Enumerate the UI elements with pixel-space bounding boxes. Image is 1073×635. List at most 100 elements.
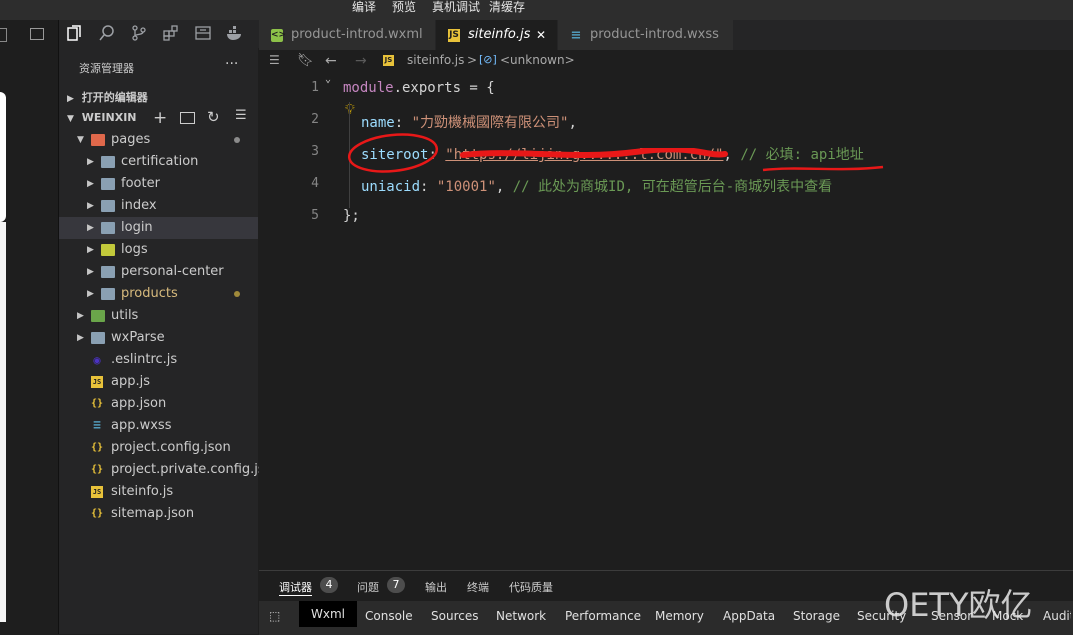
tree-item-personal-center[interactable]: ▶ personal-center [59,261,258,283]
colon: : [420,179,437,195]
chevron-down-icon: ▼ [67,114,74,124]
tree-item-certification[interactable]: ▶ certification [59,151,258,173]
tab-problems[interactable]: 问题 [357,579,379,595]
workspace-section[interactable]: ▼ WEINXIN [67,111,137,124]
search-icon[interactable] [97,24,117,44]
tree-item-products[interactable]: ▶ products [59,283,258,305]
devtools-tab-wxml[interactable]: Wxml [299,601,357,627]
chevron-right-icon: ▶ [87,223,94,233]
code-editor[interactable]: 1 2 3 4 5 ⌄ 💡︎ module.exports = { name: … [259,72,1073,570]
tab-terminal[interactable]: 终端 [467,579,489,595]
tree-item-logs[interactable]: ▶ logs [59,239,258,261]
explorer-title: 资源管理器 [79,62,134,75]
tree-item-footer[interactable]: ▶ footer [59,173,258,195]
preview-button[interactable]: 预览 [392,0,416,14]
more-actions-icon[interactable]: ··· [225,56,238,72]
devtools-tab-storage[interactable]: Storage [793,609,840,623]
list-icon[interactable]: ☰ [269,53,280,67]
keyword-module: module [343,80,394,96]
inspect-cursor-icon[interactable]: ⬚ [269,609,280,623]
back-arrow-icon[interactable]: ← [325,53,337,69]
open-editors-section[interactable]: ▶ 打开的编辑器 [67,89,148,105]
extensions-icon[interactable] [161,24,181,44]
colon: : [394,115,412,131]
workspace-label: WEINXIN [81,111,137,124]
code-line-4: uniacid: "10001", // 此处为商城ID, 可在超管后台-商城列… [361,176,832,196]
debugger-badge: 4 [320,577,338,593]
tree-item-sitemap-json[interactable]: {} sitemap.json [59,503,258,525]
modified-dot-icon [234,291,240,297]
clear-cache-button[interactable]: 清缓存 [489,0,525,14]
tree-item-wxparse[interactable]: ▶ wxParse [59,327,258,349]
refresh-icon[interactable]: ↻ [207,108,220,126]
folder-icon [101,222,115,234]
js-file-icon: JS [91,486,103,498]
tree-item-label: project.private.config.js... [111,462,278,477]
red-underline-annotation [762,165,884,172]
tree-item-label: certification [121,154,199,169]
line-number: 2 [311,112,319,127]
tab-debugger[interactable]: 调试器 [279,579,312,596]
forward-arrow-icon[interactable]: → [355,53,367,69]
tab-output[interactable]: 输出 [425,579,447,595]
remote-debug-button[interactable]: 真机调试 [432,0,480,14]
simulator-screen[interactable] [0,92,6,222]
tab-product-introd-wxml[interactable]: <> product-introd.wxml [259,20,436,50]
tree-item-project-private-config-js[interactable]: {} project.private.config.js... [59,459,277,481]
new-folder-icon[interactable] [180,112,195,124]
tree-item-app-js[interactable]: JS app.js [59,371,258,393]
breadcrumb-file[interactable]: siteinfo.js [407,53,464,67]
files-icon[interactable] [65,24,85,44]
chevron-down-icon: ▼ [77,135,84,145]
tree-item-label: app.json [111,396,167,411]
breadcrumb-symbol[interactable]: <unknown> [500,53,575,67]
tree-item-label: products [121,286,178,301]
docker-icon[interactable] [225,24,245,44]
tree-item-label: wxParse [111,330,165,345]
tab-product-introd-wxss[interactable]: ≡ product-introd.wxss [558,20,734,50]
tree-item-label: logs [121,242,148,257]
window-icon[interactable] [0,28,7,42]
tree-item-label: footer [121,176,160,191]
tree-item-pages[interactable]: ▼ pages [59,129,258,151]
tree-item-label: sitemap.json [111,506,195,521]
tree-item-label: personal-center [121,264,224,279]
red-circle-annotation [347,133,439,173]
devtools-tab-sources[interactable]: Sources [431,609,478,623]
close-icon[interactable]: ✕ [536,20,546,50]
tree-item-utils[interactable]: ▶ utils [59,305,258,327]
explorer-panel: 资源管理器 ··· ▶ 打开的编辑器 ▼ WEINXIN + ↻ ☰ ▼ page… [59,48,277,634]
devtools-tab-memory[interactable]: Memory [655,609,704,623]
tree-item-app-json[interactable]: {} app.json [59,393,258,415]
compile-button[interactable]: 编译 [352,0,376,14]
tree-item-project-config-json[interactable]: {} project.config.json [59,437,258,459]
bookmark-icon[interactable]: 🔖︎ [297,53,314,68]
restore-icon[interactable] [30,28,44,40]
code-text: .exports = { [393,80,495,96]
tree-item-app-wxss[interactable]: ≡ app.wxss [59,415,258,437]
breadcrumb: ☰ 🔖︎ ← → JS siteinfo.js > [⊘] <unknown> [259,50,1073,72]
storage-icon[interactable] [193,24,213,44]
fold-chevron-icon[interactable]: ⌄ [325,74,331,85]
tree-item-siteinfo-js[interactable]: JS siteinfo.js [59,481,258,503]
tab-siteinfo-js[interactable]: JS siteinfo.js ✕ [436,20,558,50]
string-uniacid: "10001" [436,179,496,195]
tab-code-quality[interactable]: 代码质量 [509,579,553,595]
collapse-all-icon[interactable]: ☰ [235,108,247,123]
devtools-tab-performance[interactable]: Performance [565,609,641,623]
devtools-tab-console[interactable]: Console [365,609,413,623]
tree-item-label: pages [111,132,151,147]
line-number: 1 [311,80,319,95]
open-editors-label: 打开的编辑器 [81,91,148,104]
source-control-icon[interactable] [129,24,149,44]
devtools-tab-appdata[interactable]: AppData [723,609,775,623]
editor-tabs: <> product-introd.wxml JS siteinfo.js ✕ … [259,20,1073,50]
tree-item-index[interactable]: ▶ index [59,195,258,217]
line-number: 4 [311,176,319,191]
new-file-icon[interactable]: + [153,108,167,128]
devtools-tab-network[interactable]: Network [496,609,546,623]
devtools-tab-audits[interactable]: Audits [1043,609,1071,623]
js-file-icon: JS [383,55,394,66]
tree-item-eslintrc-js[interactable]: ◉ .eslintrc.js [59,349,258,371]
tree-item-login[interactable]: ▶ login [59,217,258,239]
